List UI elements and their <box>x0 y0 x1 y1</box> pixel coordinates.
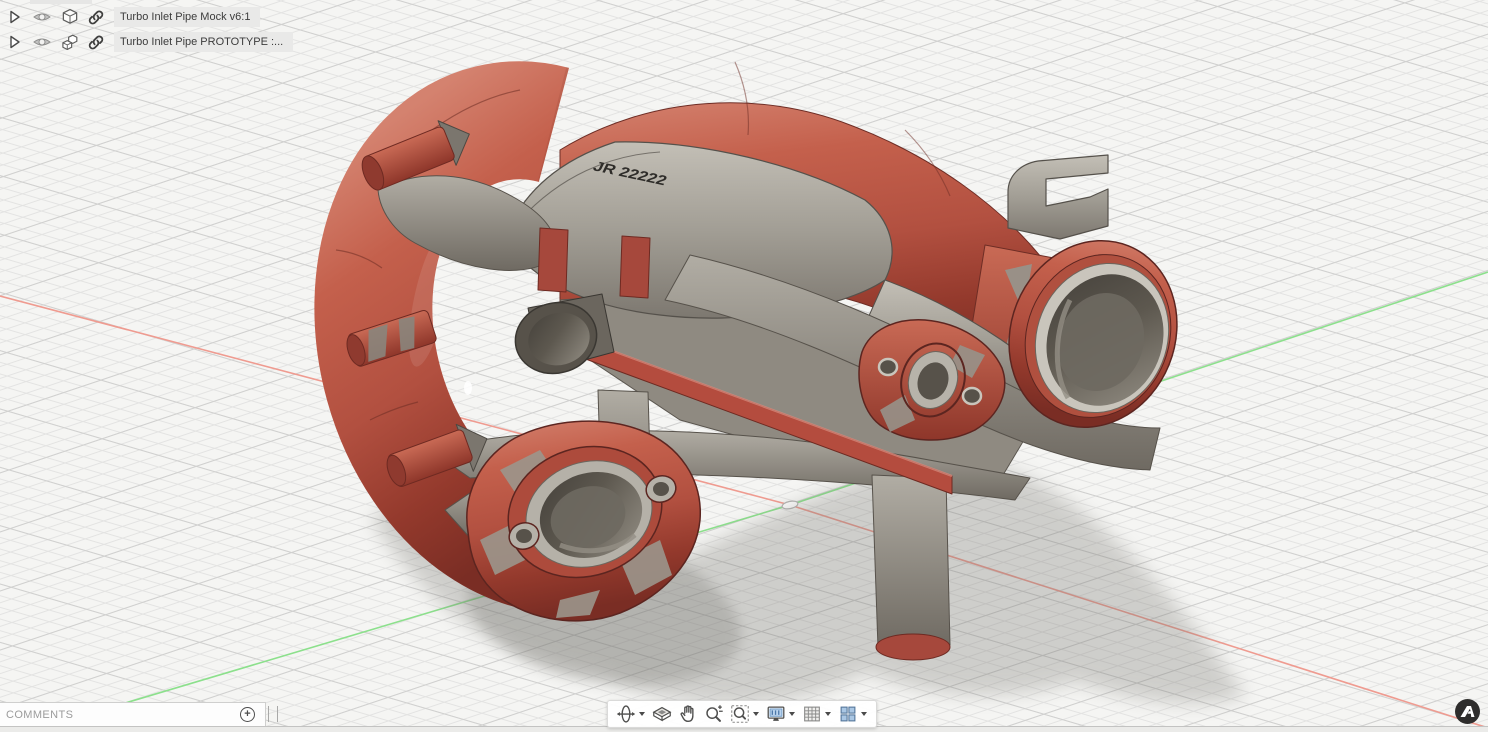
look-at-button[interactable] <box>649 702 675 726</box>
chevron-down-icon[interactable] <box>825 712 831 716</box>
fusion-viewport-window: JR 22222 Turbo Inlet Pipe Mock v6:1 Turb… <box>0 0 1488 732</box>
orbit-button[interactable] <box>613 702 639 726</box>
visibility-eye-icon[interactable] <box>32 10 52 24</box>
viewports-button[interactable] <box>835 702 861 726</box>
browser-row-clipped <box>30 0 92 4</box>
add-comment-button[interactable]: + <box>240 707 255 722</box>
component-icon <box>62 34 78 51</box>
browser-row: Turbo Inlet Pipe Mock v6:1 <box>6 6 261 28</box>
expand-arrow-icon[interactable] <box>6 33 24 51</box>
chevron-down-icon[interactable] <box>639 712 645 716</box>
pan-hand-icon <box>680 705 694 723</box>
expand-arrow-icon[interactable] <box>6 8 24 26</box>
grid-icon <box>804 706 820 722</box>
navigation-toolbar <box>607 700 877 728</box>
comments-bar[interactable]: COMMENTS + <box>0 702 266 726</box>
link-icon <box>88 10 104 25</box>
chevron-down-icon[interactable] <box>753 712 759 716</box>
display-settings-icon <box>767 706 785 721</box>
comments-resize-grip[interactable] <box>268 706 278 722</box>
visibility-eye-icon[interactable] <box>32 35 52 49</box>
zoom-icon <box>706 705 723 722</box>
3d-viewport-canvas[interactable]: JR 22222 <box>0 0 1488 732</box>
body-cube-icon <box>62 8 78 24</box>
browser-item-label[interactable]: Turbo Inlet Pipe PROTOTYPE :... <box>114 32 294 52</box>
orbit-icon <box>616 705 636 723</box>
chevron-down-icon[interactable] <box>861 712 867 716</box>
pan-button[interactable] <box>675 702 701 726</box>
autodesk-logo[interactable] <box>1454 698 1481 725</box>
link-icon <box>88 35 104 50</box>
viewports-icon <box>840 706 856 722</box>
fit-button[interactable] <box>727 702 753 726</box>
comments-label: COMMENTS <box>6 708 74 721</box>
browser-item-label[interactable]: Turbo Inlet Pipe Mock v6:1 <box>114 7 261 27</box>
display-settings-button[interactable] <box>763 702 789 726</box>
grid-settings-button[interactable] <box>799 702 825 726</box>
zoom-button[interactable] <box>701 702 727 726</box>
chevron-down-icon[interactable] <box>789 712 795 716</box>
browser-row: Turbo Inlet Pipe PROTOTYPE :... <box>6 31 294 53</box>
fit-icon <box>731 705 749 723</box>
look-at-icon <box>652 706 672 722</box>
